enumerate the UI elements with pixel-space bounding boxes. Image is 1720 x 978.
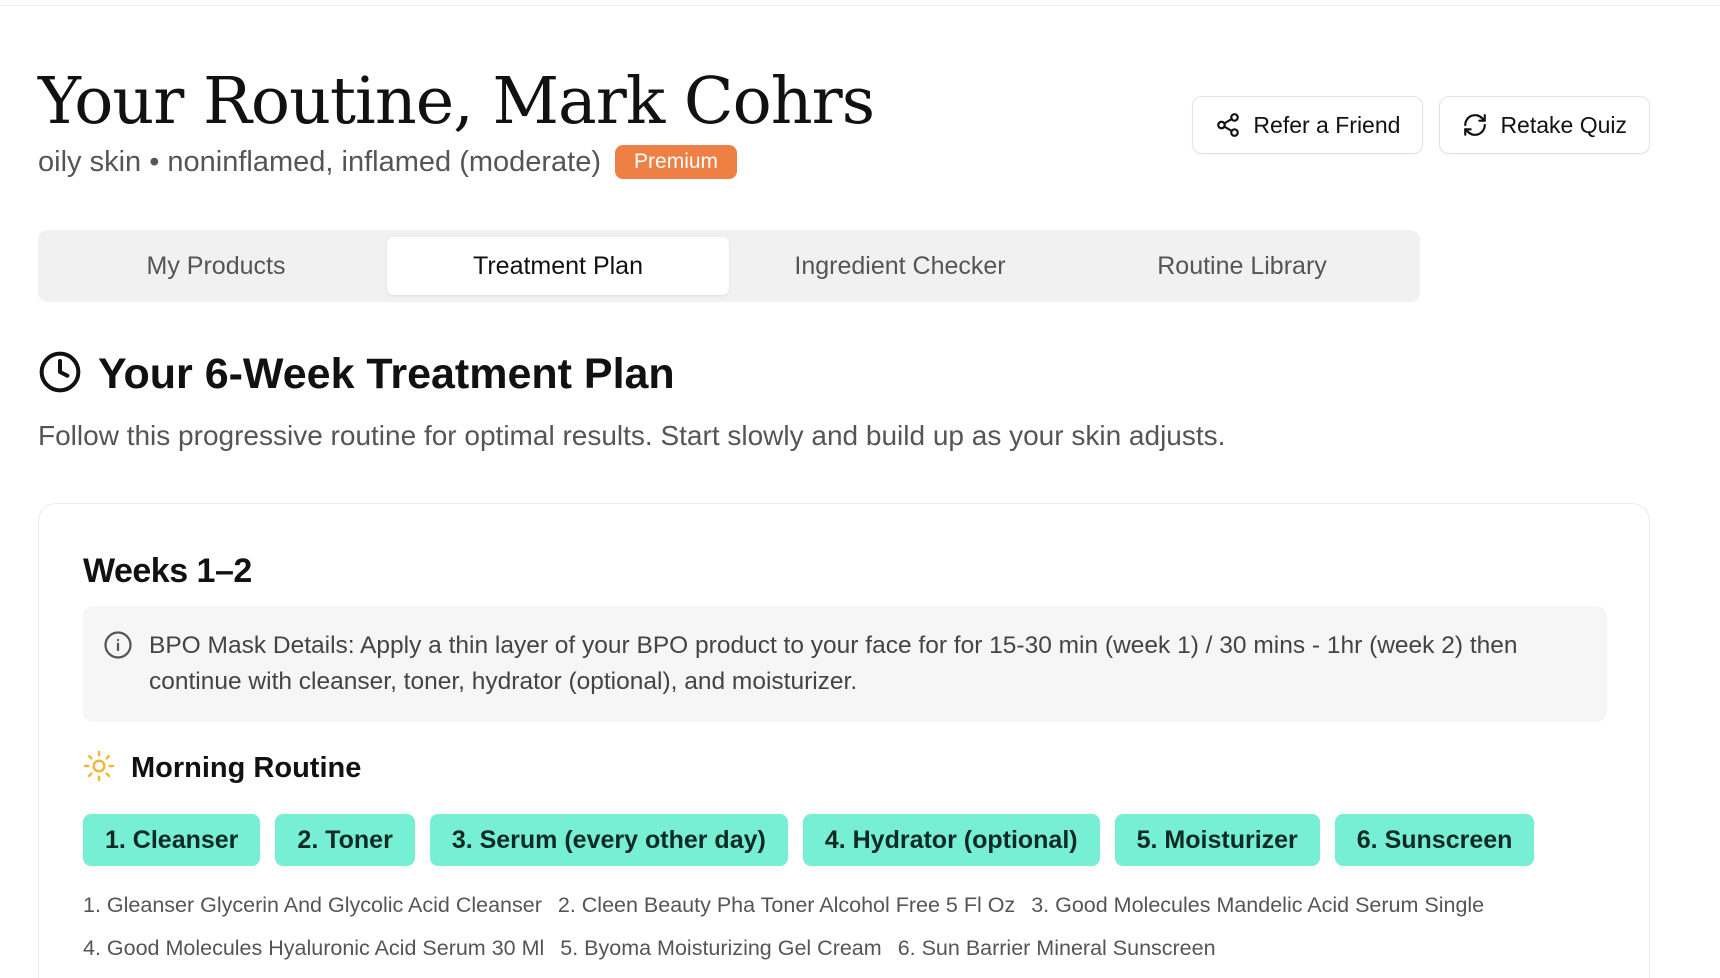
product-item: 5. Byoma Moisturizing Gel Cream <box>560 936 882 960</box>
page-header: Your Routine, Mark Cohrs oily skin • non… <box>38 62 1650 192</box>
main-tabs: My Products Treatment Plan Ingredient Ch… <box>38 230 1420 302</box>
tab-routine-library[interactable]: Routine Library <box>1071 237 1413 295</box>
clock-icon <box>38 350 82 399</box>
refer-friend-label: Refer a Friend <box>1253 111 1401 138</box>
morning-steps: 1. Cleanser 2. Toner 3. Serum (every oth… <box>83 814 1535 866</box>
premium-badge: Premium <box>615 145 738 179</box>
plan-period-title: Weeks 1–2 <box>83 552 252 590</box>
step-chip-moisturizer[interactable]: 5. Moisturizer <box>1114 814 1320 866</box>
tab-my-products[interactable]: My Products <box>45 237 387 295</box>
refresh-icon <box>1462 112 1488 138</box>
section-title: Your 6-Week Treatment Plan <box>98 350 675 398</box>
product-item: 4. Good Molecules Hyaluronic Acid Serum … <box>83 936 545 960</box>
step-chip-sunscreen[interactable]: 6. Sunscreen <box>1334 814 1535 866</box>
retake-quiz-label: Retake Quiz <box>1500 111 1627 138</box>
step-chip-serum[interactable]: 3. Serum (every other day) <box>429 814 788 866</box>
product-item: 3. Good Molecules Mandelic Acid Serum Si… <box>1031 893 1485 917</box>
retake-quiz-button[interactable]: Retake Quiz <box>1439 96 1650 154</box>
info-icon <box>103 630 133 660</box>
top-border <box>0 0 1720 6</box>
share-icon <box>1215 112 1241 138</box>
step-chip-toner[interactable]: 2. Toner <box>275 814 415 866</box>
tab-treatment-plan[interactable]: Treatment Plan <box>387 237 729 295</box>
subtitle-row: oily skin • noninflamed, inflamed (moder… <box>38 145 738 179</box>
morning-product-list: 1. Gleanser Glycerin And Glycolic Acid C… <box>83 884 1613 970</box>
treatment-plan-card: Weeks 1–2 BPO Mask Details: Apply a thin… <box>38 503 1650 978</box>
refer-friend-button[interactable]: Refer a Friend <box>1192 96 1424 154</box>
product-item: 2. Cleen Beauty Pha Toner Alcohol Free 5… <box>557 893 1016 917</box>
morning-routine-header: Morning Routine <box>83 750 361 787</box>
section-header: Your 6-Week Treatment Plan <box>38 350 675 399</box>
step-chip-cleanser[interactable]: 1. Cleanser <box>83 814 261 866</box>
sun-icon <box>83 750 115 787</box>
step-chip-hydrator[interactable]: 4. Hydrator (optional) <box>802 814 1100 866</box>
section-description: Follow this progressive routine for opti… <box>38 420 1226 451</box>
product-item: 1. Gleanser Glycerin And Glycolic Acid C… <box>83 893 542 917</box>
bpo-mask-notice: BPO Mask Details: Apply a thin layer of … <box>83 606 1607 722</box>
header-actions: Refer a Friend Retake Quiz <box>1192 96 1650 154</box>
notice-text: BPO Mask Details: Apply a thin layer of … <box>149 632 1518 695</box>
tab-ingredient-checker[interactable]: Ingredient Checker <box>729 237 1071 295</box>
morning-routine-title: Morning Routine <box>131 752 362 784</box>
product-item: 6. Sun Barrier Mineral Sunscreen <box>897 936 1216 960</box>
skin-profile-subtitle: oily skin • noninflamed, inflamed (moder… <box>38 145 602 178</box>
